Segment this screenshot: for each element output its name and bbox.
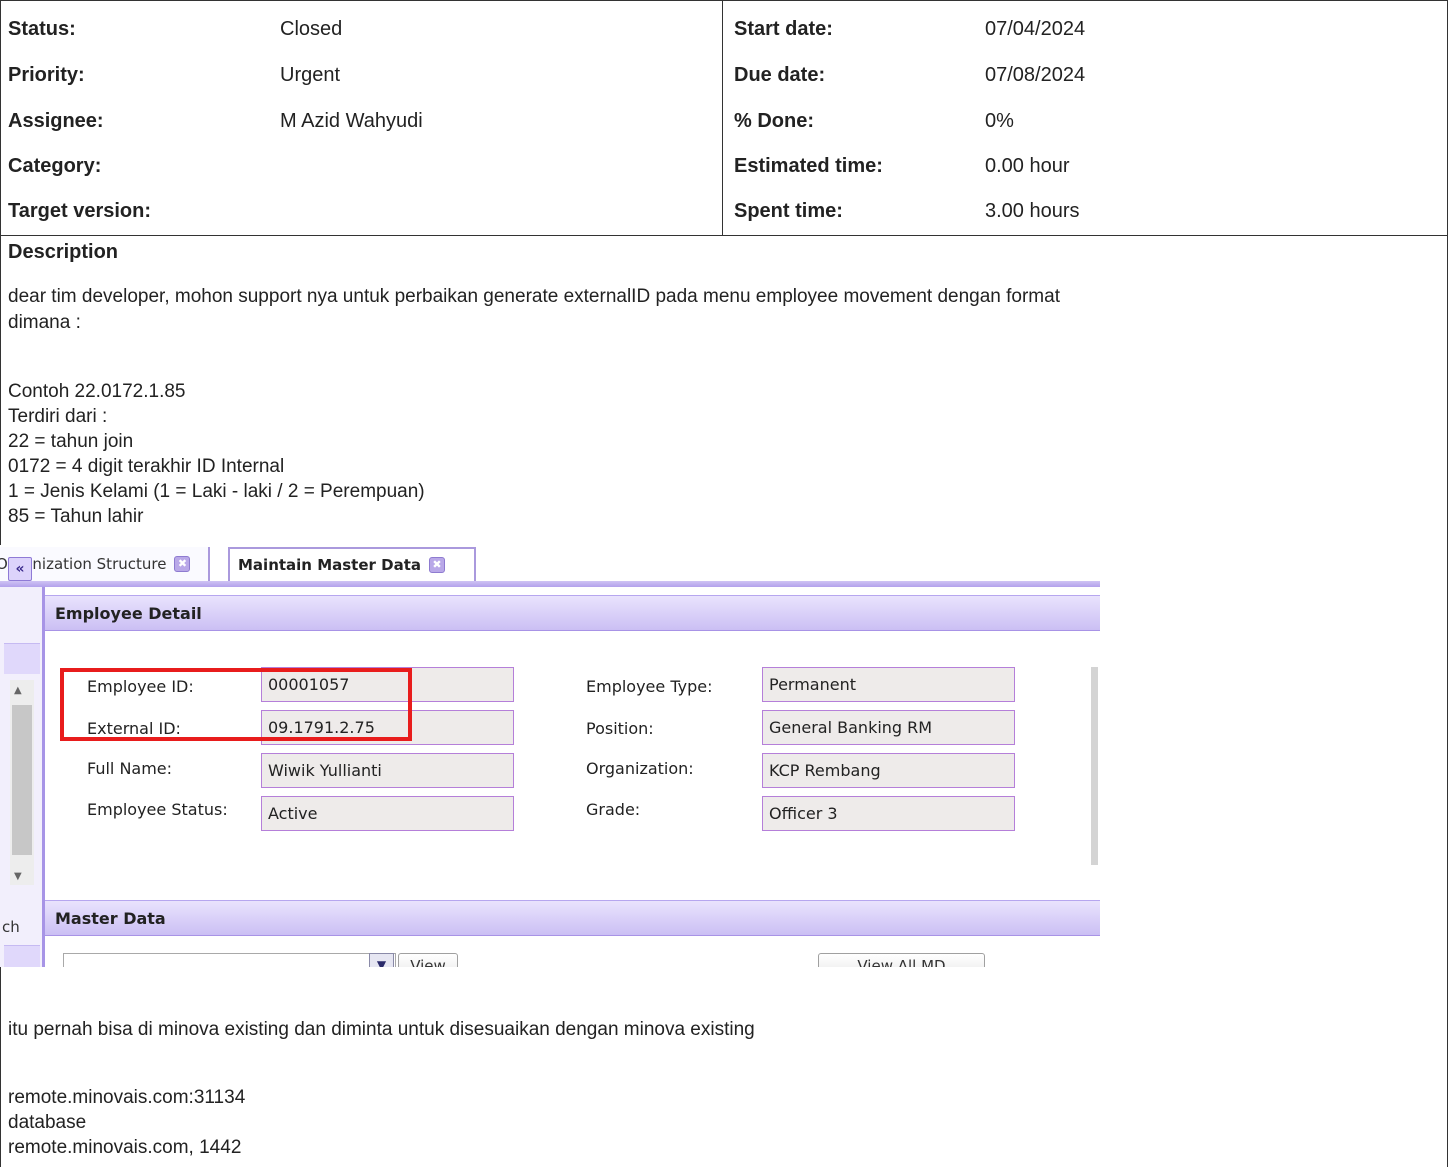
example-line: 0172 = 4 digit terakhir ID Internal: [8, 456, 285, 477]
description-text: itu pernah bisa di minova existing dan d…: [8, 1019, 755, 1040]
estimated-time-value: 0.00 hour: [985, 155, 1070, 177]
grade-field[interactable]: Officer 3: [762, 796, 1015, 831]
estimated-time-label: Estimated time:: [734, 155, 883, 177]
priority-label: Priority:: [8, 64, 85, 86]
detail-scrollbar[interactable]: [1091, 667, 1098, 865]
category-label: Category:: [8, 155, 102, 177]
done-label: % Done:: [734, 110, 814, 132]
close-icon[interactable]: ✖: [429, 557, 446, 573]
employee-status-field[interactable]: Active: [261, 796, 514, 831]
done-value: 0%: [985, 110, 1014, 132]
priority-value: Urgent: [280, 64, 341, 86]
status-value: Closed: [280, 18, 343, 40]
assignee-value[interactable]: M Azid Wahyudi: [280, 110, 423, 133]
example-line: 1 = Jenis Kelami (1 = Laki - laki / 2 = …: [8, 481, 425, 502]
collapse-icon[interactable]: «: [8, 557, 32, 581]
organization-field[interactable]: KCP Rembang: [762, 753, 1015, 788]
side-panel-label: ch: [2, 918, 20, 936]
highlight-annotation: [60, 668, 412, 741]
tab-bar: Organization Structure ✖ Maintain Master…: [0, 545, 1100, 581]
status-label: Status:: [8, 18, 76, 40]
view-all-md-button[interactable]: View All MD: [818, 953, 985, 967]
spent-time-label: Spent time:: [734, 200, 843, 222]
position-field[interactable]: General Banking RM: [762, 710, 1015, 745]
full-name-field[interactable]: Wiwik Yullianti: [261, 753, 514, 788]
due-date-label: Due date:: [734, 64, 826, 86]
assignee-label: Assignee:: [8, 110, 104, 132]
example-line: Contoh 22.0172.1.85: [8, 381, 186, 402]
side-panel-band: [4, 643, 40, 674]
full-name-label: Full Name:: [87, 759, 173, 778]
issue-attributes-table: [0, 0, 1448, 235]
embedded-screenshot: Organization Structure ✖ Maintain Master…: [0, 545, 1100, 967]
example-line: 85 = Tahun lahir: [8, 506, 144, 527]
scroll-up-icon[interactable]: ▲: [14, 685, 22, 696]
chevron-down-icon[interactable]: ▼: [369, 953, 394, 967]
employee-type-field[interactable]: Permanent: [762, 667, 1015, 702]
description-text: database: [8, 1112, 87, 1133]
example-line: 22 = tahun join: [8, 431, 134, 452]
start-date-value: 07/04/2024: [985, 18, 1086, 40]
position-label: Position:: [586, 719, 654, 738]
grade-label: Grade:: [586, 800, 641, 819]
master-data-select[interactable]: [63, 953, 396, 967]
scrollbar-thumb[interactable]: [12, 705, 32, 855]
description-text: remote.minovais.com:31134: [8, 1087, 246, 1108]
close-icon[interactable]: ✖: [174, 556, 191, 572]
tab-maintain-master-data[interactable]: Maintain Master Data ✖: [228, 547, 476, 581]
description-text: remote.minovais.com, 1442: [8, 1137, 242, 1158]
description-heading: Description: [8, 241, 119, 263]
tab-underline: [0, 581, 1100, 587]
spent-time-value[interactable]: 3.00 hours: [985, 200, 1080, 223]
attributes-divider: [722, 0, 723, 235]
side-panel-band: [4, 945, 40, 967]
view-button[interactable]: View: [398, 953, 458, 967]
employee-status-label: Employee Status:: [87, 800, 228, 819]
employee-detail-header: Employee Detail: [45, 595, 1100, 631]
description-text: dear tim developer, mohon support nya un…: [8, 286, 1060, 307]
organization-label: Organization:: [586, 759, 694, 778]
employee-type-label: Employee Type:: [586, 677, 713, 696]
example-line: Terdiri dari :: [8, 406, 108, 427]
target-version-label: Target version:: [8, 200, 151, 222]
tab-label: Maintain Master Data: [238, 556, 422, 574]
scroll-down-icon[interactable]: ▼: [14, 871, 22, 882]
due-date-value: 07/08/2024: [985, 64, 1086, 86]
description-text: dimana :: [8, 312, 81, 333]
master-data-header: Master Data: [45, 900, 1100, 936]
start-date-label: Start date:: [734, 18, 833, 40]
